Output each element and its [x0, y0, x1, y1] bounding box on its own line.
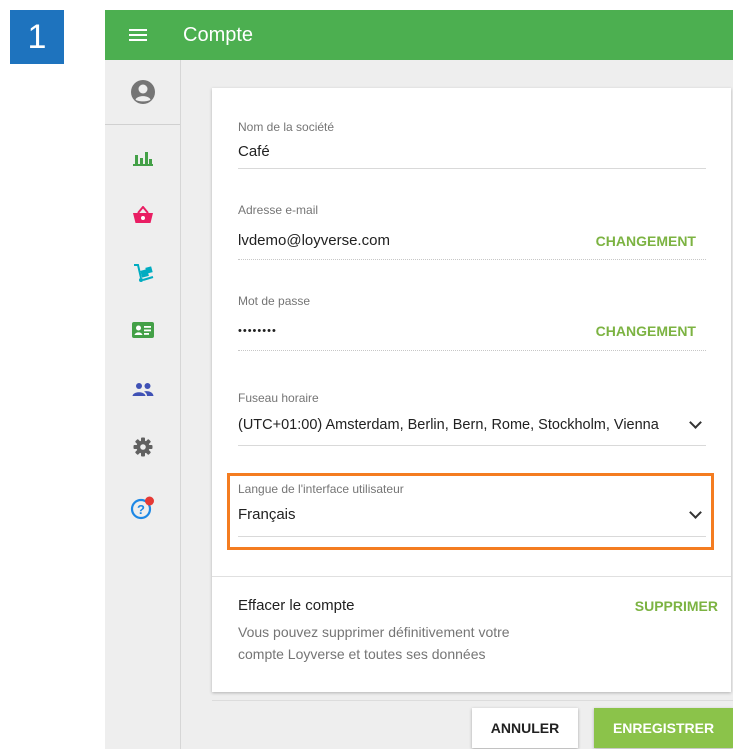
app-window: Compte ? Nom de la société Café Adresse …	[105, 10, 733, 749]
password-value: ••••••••	[238, 325, 277, 337]
svg-text:?: ?	[137, 502, 145, 517]
shopping-basket-icon[interactable]	[105, 195, 180, 235]
language-value: Français	[238, 506, 296, 523]
menu-icon[interactable]	[129, 28, 147, 42]
timezone-label: Fuseau horaire	[238, 391, 319, 405]
step-number-badge: 1	[10, 10, 64, 64]
delete-account-description-line1: Vous pouvez supprimer définitivement vot…	[238, 624, 510, 640]
chevron-down-icon	[689, 416, 702, 429]
delete-account-title: Effacer le compte	[238, 597, 355, 614]
account-circle-icon[interactable]	[105, 72, 180, 112]
email-label: Adresse e-mail	[238, 203, 319, 217]
footer-divider	[212, 700, 733, 701]
delete-account-button[interactable]: SUPPRIMER	[635, 598, 718, 614]
company-name-field[interactable]: Nom de la société Café	[238, 120, 706, 169]
email-field: Adresse e-mail lvdemo@loyverse.com CHANG…	[238, 203, 706, 260]
delete-account-section: Effacer le compte SUPPRIMER Vous pouvez …	[238, 597, 718, 662]
company-name-value: Café	[238, 143, 270, 160]
app-bar: Compte	[105, 10, 733, 60]
people-icon[interactable]	[105, 369, 180, 409]
email-value: lvdemo@loyverse.com	[238, 232, 390, 249]
password-label: Mot de passe	[238, 294, 311, 308]
sidebar-divider	[105, 124, 180, 125]
save-button[interactable]: ENREGISTRER	[594, 708, 733, 748]
timezone-select[interactable]: Fuseau horaire (UTC+01:00) Amsterdam, Be…	[238, 391, 706, 446]
page-title: Compte	[183, 23, 254, 46]
id-card-icon[interactable]	[105, 310, 180, 350]
cancel-button[interactable]: ANNULER	[472, 708, 578, 748]
language-label: Langue de l'interface utilisateur	[238, 482, 404, 496]
sidebar: ?	[105, 60, 181, 749]
delete-account-description-line2: compte Loyverse et toutes ses données	[238, 646, 486, 662]
help-icon[interactable]: ?	[105, 488, 180, 528]
change-password-button[interactable]: CHANGEMENT	[596, 323, 696, 339]
account-settings-card: Nom de la société Café Adresse e-mail lv…	[212, 88, 731, 692]
language-select[interactable]: Langue de l'interface utilisateur França…	[238, 482, 706, 537]
section-divider	[212, 576, 731, 577]
gear-icon[interactable]	[105, 427, 180, 467]
password-field: Mot de passe •••••••• CHANGEMENT	[238, 294, 706, 351]
company-name-label: Nom de la société	[238, 120, 335, 134]
change-email-button[interactable]: CHANGEMENT	[596, 233, 696, 249]
dolly-icon[interactable]	[105, 253, 180, 293]
timezone-value: (UTC+01:00) Amsterdam, Berlin, Bern, Rom…	[238, 417, 659, 433]
chevron-down-icon	[689, 505, 702, 519]
bar-chart-icon[interactable]	[105, 138, 180, 178]
notification-dot	[144, 496, 154, 506]
